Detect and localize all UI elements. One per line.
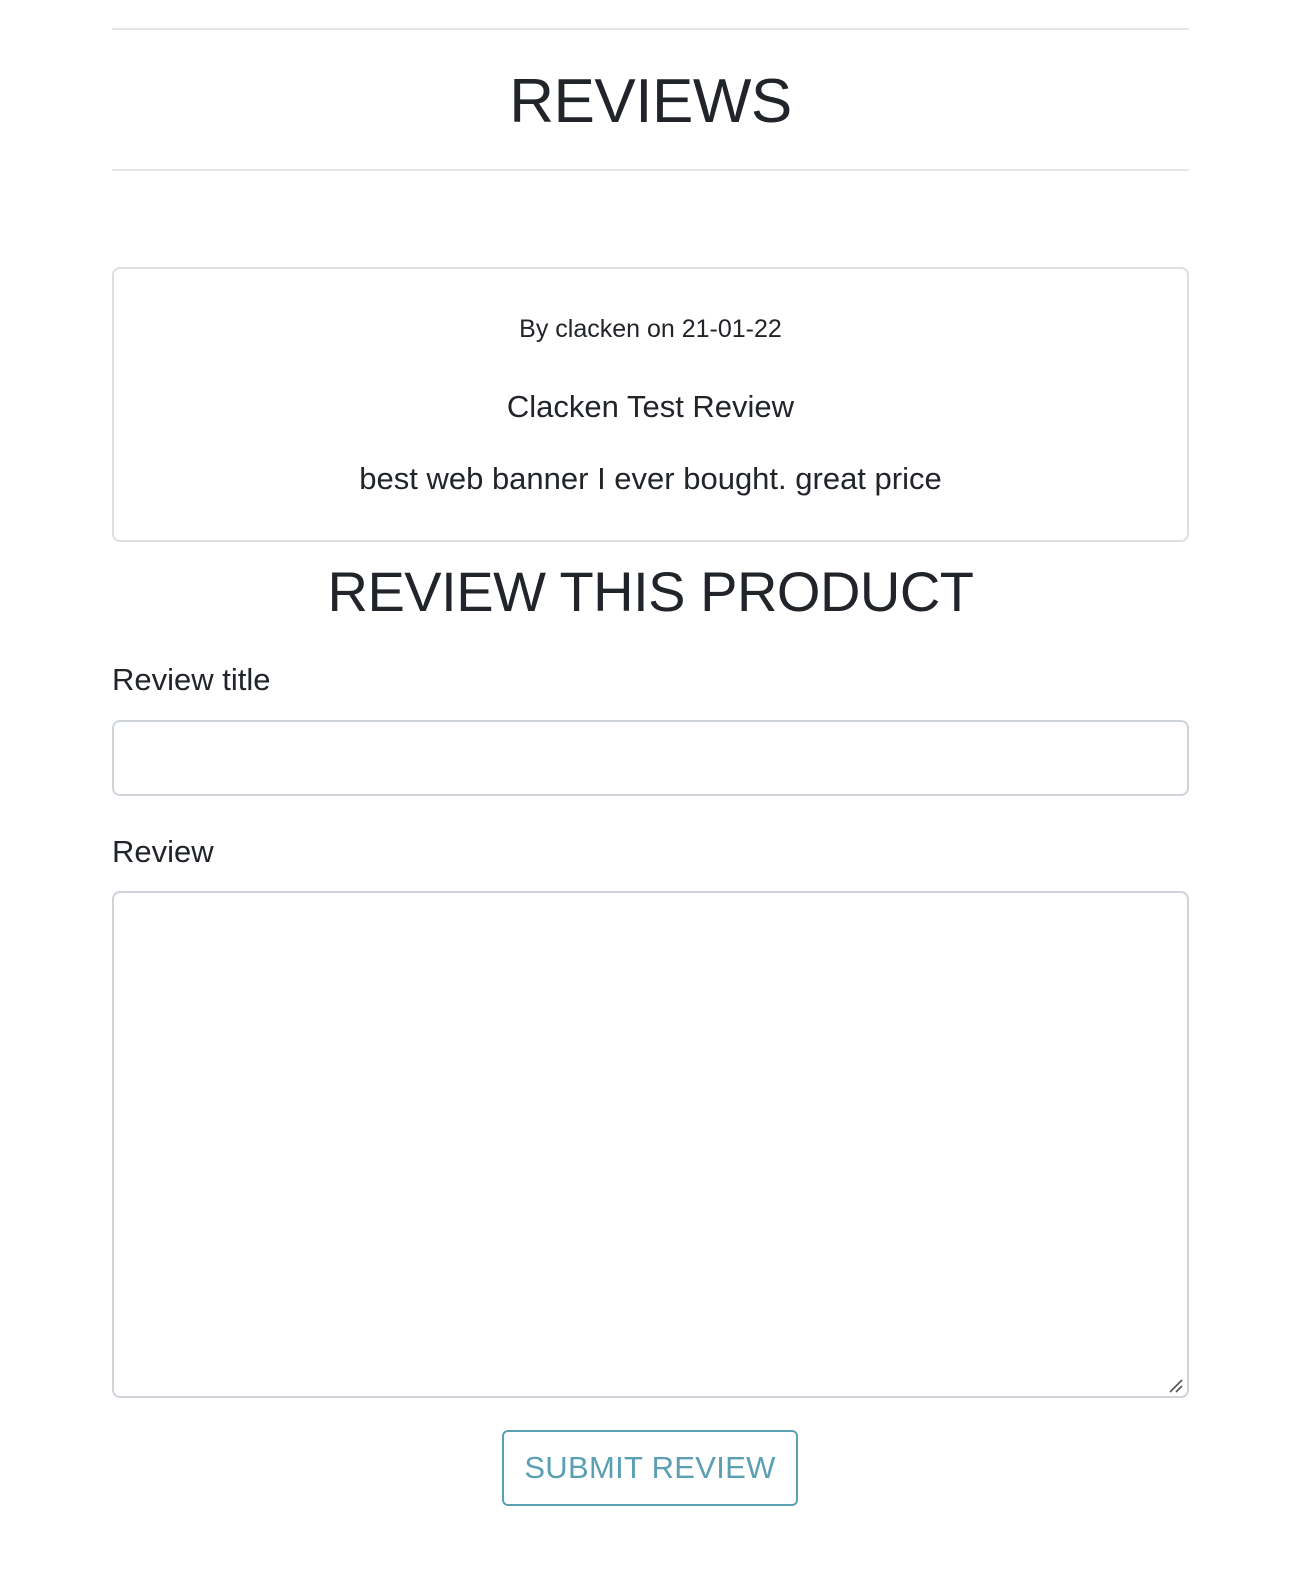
- review-card: By clacken on 21-01-22 Clacken Test Revi…: [112, 267, 1189, 542]
- review-text-label: Review: [112, 834, 214, 869]
- resize-grip-icon[interactable]: [1168, 1378, 1184, 1394]
- review-title-input[interactable]: [112, 720, 1189, 796]
- review-textarea[interactable]: [112, 891, 1189, 1398]
- review-form-heading: REVIEW THIS PRODUCT: [327, 560, 974, 623]
- reviews-heading: REVIEWS: [509, 67, 792, 136]
- submit-review-button[interactable]: SUBMIT REVIEW: [502, 1430, 798, 1506]
- review-title-label: Review title: [112, 662, 271, 697]
- review-body: best web banner I ever bought. great pri…: [359, 461, 942, 496]
- review-title: Clacken Test Review: [506, 389, 795, 424]
- bottom-divider: [112, 169, 1189, 171]
- top-divider: [112, 28, 1189, 30]
- review-meta: By clacken on 21-01-22: [519, 315, 782, 343]
